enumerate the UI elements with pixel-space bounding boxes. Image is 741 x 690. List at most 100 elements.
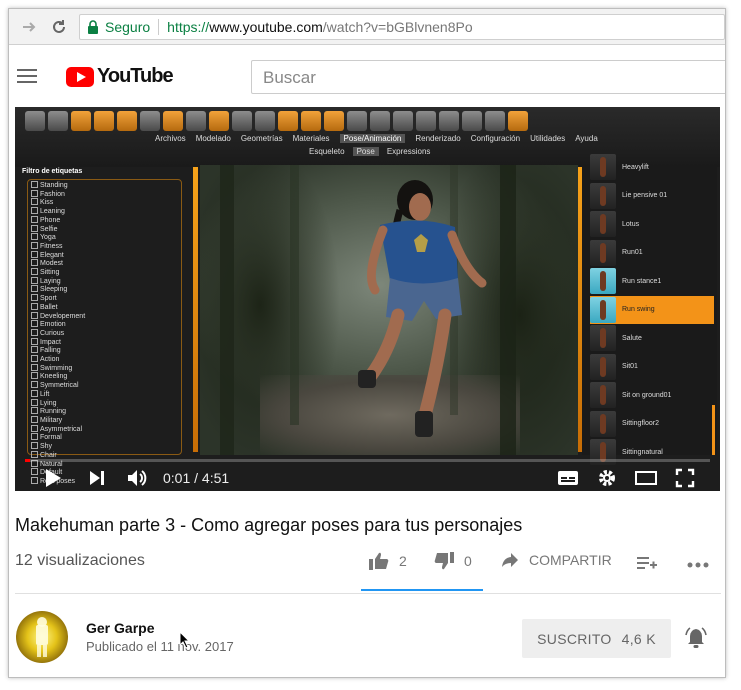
subscribe-label: SUSCRITO [537,630,612,647]
share-label: COMPARTIR [529,552,612,568]
save-icon [48,111,68,131]
tag-checkbox: Falling [31,346,178,355]
arrow-left-icon [94,111,114,131]
makehuman-subtab: Pose [352,147,379,156]
tag-checkbox: Sitting [31,268,178,277]
tag-checkbox: Modest [31,259,178,268]
notification-bell-icon[interactable] [685,627,707,649]
forest-scene [200,165,578,455]
more-options-icon[interactable] [687,562,709,568]
makehuman-tab: Ayuda [575,134,598,143]
reload-icon[interactable] [47,15,71,39]
face-icon [393,111,413,131]
video-progress-bar[interactable] [25,459,710,462]
youtube-play-logo-icon [66,66,94,87]
top-view-icon [324,111,344,131]
tag-checkbox: Lift [31,390,178,399]
next-video-icon[interactable] [87,467,107,489]
pose-item: Sit01 [590,353,714,381]
pose-label: Sittingnatural [622,448,663,456]
browser-toolbar: Seguro https://www.youtube.com/watch?v=b… [9,9,725,45]
video-title: Makehuman parte 3 - Como agregar poses p… [15,515,523,535]
pose-thumbnail [590,382,616,408]
pose-label: Lotus [622,220,640,228]
like-count: 2 [399,553,407,569]
makehuman-subtab: Expressions [386,147,431,156]
camera-icon [485,111,505,131]
makehuman-subtabs: Esqueleto Pose Expressions [309,147,430,156]
pose-thumbnail [590,182,616,209]
share-button[interactable]: COMPARTIR [501,552,612,568]
tag-checkbox: Ballet [31,303,178,312]
youtube-logo[interactable]: YouTube [66,65,174,88]
pose-thumbnail [590,410,616,437]
help-icon [508,111,528,131]
url-path: /watch?v=bGBlvnen8Po [322,19,473,35]
hamburger-menu-icon[interactable] [17,69,37,83]
tag-checkbox: Standing [31,181,178,190]
pose-label: Sittingfloor2 [622,420,659,427]
checker-icon [255,111,275,131]
wireframe-icon [186,111,206,131]
view-count: 12 visualizaciones [15,552,145,569]
url-host: www.youtube.com [209,19,323,35]
pose-item: Run stance1 [590,267,714,295]
pose-thumbnail [590,268,616,294]
makehuman-tab: Utilidades [530,134,566,143]
tag-checkbox: Selfie [31,225,178,234]
add-to-playlist-icon[interactable] [637,556,657,570]
channel-avatar[interactable] [16,611,68,663]
tag-checkbox: Asymmetrical [31,425,178,434]
pose-list-panel: Heavylift Lie pensive 01 Lotus Run01 Run sta… [582,154,717,465]
pose-thumbnail [590,239,616,266]
theater-mode-icon[interactable] [633,467,659,489]
pose-label: Run swing [622,306,655,313]
tag-checkbox: Running [31,407,178,416]
pose-label: Run01 [622,249,643,256]
video-player[interactable]: Archivos Modelado Geometrías Materiales Pose… [15,107,720,491]
play-icon[interactable] [43,467,63,489]
subtitles-icon[interactable] [555,467,581,489]
dislike-button[interactable]: 0 [434,552,472,570]
like-bar [361,589,483,591]
settings-gear-icon[interactable] [595,467,619,489]
url-scheme: https:// [167,19,210,35]
tag-checkbox: Laying [31,277,178,286]
reset-icon [140,111,160,131]
tag-checkbox: Fitness [31,242,178,251]
forward-arrow-icon[interactable] [17,15,41,39]
makehuman-tab: Archivos [155,134,186,143]
running-woman-figure [220,165,516,455]
subscribe-button[interactable]: SUSCRITO 4,6 K [522,619,671,658]
volume-icon[interactable] [125,467,151,489]
fullscreen-icon[interactable] [673,467,697,489]
secure-label: Seguro [105,19,151,35]
share-arrow-icon [502,553,518,567]
mouse-cursor-icon [179,631,191,649]
like-button[interactable]: 2 [369,552,407,570]
dislike-count: 0 [464,553,472,569]
pose-thumbnail [590,296,616,323]
arrow-right-icon [117,111,137,131]
tag-checkbox: Symmetrical [31,381,178,390]
address-bar[interactable]: Seguro https://www.youtube.com/watch?v=b… [79,14,725,40]
pose-thumbnail [590,211,616,237]
pose-item: Salute [590,324,714,352]
makehuman-tab: Materiales [292,134,330,143]
makehuman-tab: Modelado [195,134,231,143]
search-input[interactable]: Buscar [251,60,725,94]
undo-icon [25,111,45,131]
pose-icon [163,111,183,131]
pose-item: Lotus [590,210,714,238]
pose-item: Sit on ground01 [590,381,714,409]
tag-checkbox: Developement [31,312,178,321]
makehuman-tabs: Archivos Modelado Geometrías Materiales Pose… [155,134,598,143]
tag-checkbox: Action [31,355,178,364]
tag-checkbox: Military [31,416,178,425]
torso-icon [439,111,459,131]
tag-checkbox: Swimming [31,364,178,373]
ring-icon [462,111,482,131]
channel-name[interactable]: Ger Garpe [86,620,154,636]
thumbs-down-icon [434,552,454,570]
section-divider [15,593,721,594]
